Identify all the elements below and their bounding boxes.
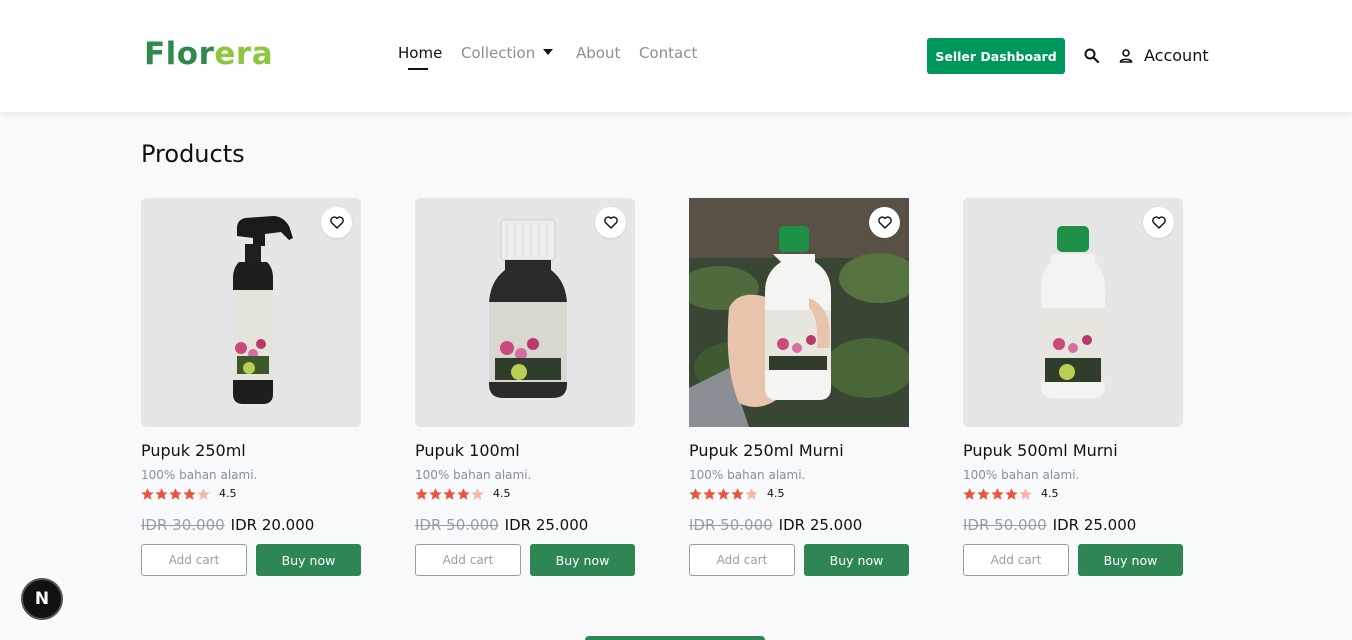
product-card: Pupuk 250ml Murni 100% bahan alami. 4.5 …	[689, 198, 909, 578]
product-name[interactable]: Pupuk 500ml Murni	[963, 441, 1118, 460]
product-rating: 4.5	[415, 487, 511, 500]
star-icon	[1005, 487, 1018, 500]
half-star-icon	[471, 487, 484, 500]
add-cart-button[interactable]: Add cart	[963, 544, 1069, 576]
wishlist-button[interactable]	[1143, 207, 1174, 238]
nav-home-label: Home	[398, 44, 443, 62]
add-cart-button[interactable]: Add cart	[415, 544, 521, 576]
half-star-icon	[1019, 487, 1032, 500]
product-card: Pupuk 100ml 100% bahan alami. 4.5 IDR 50…	[415, 198, 635, 578]
sale-price: IDR 25.000	[778, 516, 863, 534]
nav-about-label: About	[576, 44, 621, 62]
buy-now-button[interactable]: Buy now	[530, 544, 635, 576]
product-prices: IDR 50.000 IDR 25.000	[963, 515, 1136, 534]
star-icon	[717, 487, 730, 500]
original-price: IDR 50.000	[415, 516, 499, 534]
brand-logo-part1: Flor	[144, 36, 215, 72]
star-icon	[963, 487, 976, 500]
heart-icon	[877, 216, 892, 229]
product-name[interactable]: Pupuk 250ml	[141, 441, 246, 460]
product-image[interactable]	[415, 198, 635, 427]
rating-value: 4.5	[219, 487, 237, 500]
rating-value: 4.5	[493, 487, 511, 500]
account-label: Account	[1144, 46, 1209, 65]
star-icon	[457, 487, 470, 500]
product-image[interactable]	[689, 198, 909, 427]
star-icon	[443, 487, 456, 500]
buy-now-button[interactable]: Buy now	[1078, 544, 1183, 576]
product-prices: IDR 50.000 IDR 25.000	[415, 515, 588, 534]
star-icon	[183, 487, 196, 500]
product-card: Pupuk 250ml 100% bahan alami. 4.5 IDR 30…	[141, 198, 361, 578]
product-prices: IDR 30.000 IDR 20.000	[141, 515, 314, 534]
account-link[interactable]: Account	[1118, 46, 1209, 65]
star-icon	[141, 487, 154, 500]
star-icon	[689, 487, 702, 500]
product-description: 100% bahan alami.	[415, 468, 532, 482]
product-description: 100% bahan alami.	[963, 468, 1080, 482]
star-icon	[169, 487, 182, 500]
sale-price: IDR 20.000	[230, 516, 315, 534]
wishlist-button[interactable]	[595, 207, 626, 238]
star-icon	[977, 487, 990, 500]
product-image[interactable]	[141, 198, 361, 427]
star-icon	[991, 487, 1004, 500]
buy-now-button[interactable]: Buy now	[256, 544, 361, 576]
add-cart-button[interactable]: Add cart	[141, 544, 247, 576]
nav-contact[interactable]: Contact	[639, 44, 697, 62]
nav-home[interactable]: Home	[398, 44, 443, 70]
star-icon	[429, 487, 442, 500]
sale-price: IDR 25.000	[504, 516, 589, 534]
rating-value: 4.5	[767, 487, 785, 500]
product-description: 100% bahan alami.	[689, 468, 806, 482]
half-star-icon	[197, 487, 210, 500]
site-header: Florera Home Collection About Contact Se…	[0, 0, 1352, 112]
product-rating: 4.5	[689, 487, 785, 500]
heart-icon	[1151, 216, 1166, 229]
heart-icon	[603, 216, 618, 229]
nav-contact-label: Contact	[639, 44, 698, 62]
buy-now-button[interactable]: Buy now	[804, 544, 909, 576]
nav-about[interactable]: About	[576, 44, 620, 62]
nav-active-underline	[408, 68, 428, 70]
brand-logo[interactable]: Florera	[144, 36, 273, 72]
rating-value: 4.5	[1041, 487, 1059, 500]
star-icon	[731, 487, 744, 500]
product-description: 100% bahan alami.	[141, 468, 258, 482]
product-name[interactable]: Pupuk 100ml	[415, 441, 520, 460]
original-price: IDR 30.000	[141, 516, 225, 534]
brand-logo-part2: era	[214, 36, 274, 72]
add-cart-button[interactable]: Add cart	[689, 544, 795, 576]
search-icon[interactable]	[1083, 47, 1101, 65]
load-more-button[interactable]	[585, 636, 765, 640]
wishlist-button[interactable]	[869, 207, 900, 238]
nextjs-logo-icon: N	[34, 589, 50, 609]
user-icon	[1119, 48, 1133, 63]
nav-collection[interactable]: Collection	[461, 44, 554, 62]
heart-icon	[329, 216, 344, 229]
half-star-icon	[745, 487, 758, 500]
nextjs-dev-badge[interactable]: N	[21, 578, 63, 620]
original-price: IDR 50.000	[689, 516, 773, 534]
nav-collection-label: Collection	[461, 44, 536, 62]
original-price: IDR 50.000	[963, 516, 1047, 534]
sale-price: IDR 25.000	[1052, 516, 1137, 534]
product-rating: 4.5	[141, 487, 237, 500]
star-icon	[703, 487, 716, 500]
product-rating: 4.5	[963, 487, 1059, 500]
caret-down-icon	[543, 48, 554, 55]
product-name[interactable]: Pupuk 250ml Murni	[689, 441, 844, 460]
page-title: Products	[141, 140, 245, 168]
product-card: Pupuk 500ml Murni 100% bahan alami. 4.5 …	[963, 198, 1183, 578]
product-image[interactable]	[963, 198, 1183, 427]
seller-dashboard-button[interactable]: Seller Dashboard	[927, 38, 1065, 74]
wishlist-button[interactable]	[321, 207, 352, 238]
star-icon	[155, 487, 168, 500]
product-prices: IDR 50.000 IDR 25.000	[689, 515, 862, 534]
star-icon	[415, 487, 428, 500]
